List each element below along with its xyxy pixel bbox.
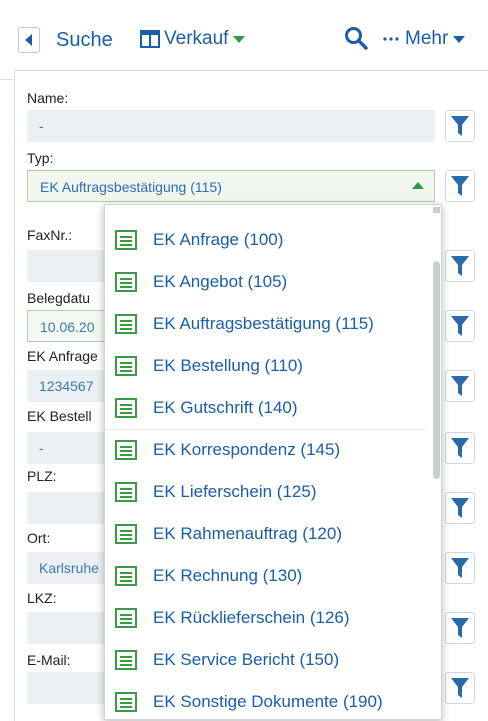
chevron-up-icon — [411, 182, 424, 189]
document-list-icon — [115, 272, 137, 292]
dropdown-item[interactable]: EK Anfrage (100) — [105, 219, 427, 261]
more-dots-icon — [383, 37, 399, 41]
dropdown-item[interactable]: EK Korrespondenz (145) — [105, 429, 427, 471]
table-view-icon — [140, 30, 160, 48]
document-list-icon — [115, 356, 137, 376]
typ-select[interactable]: EK Auftragsbestätigung (115) — [27, 170, 435, 202]
typ-toggle[interactable] — [401, 171, 434, 201]
dropdown-item[interactable]: EK Sonstige Dokumente (190) — [105, 681, 427, 719]
name-value: - — [39, 118, 44, 134]
dropdown-item[interactable]: EK Angebot (105) — [105, 261, 427, 303]
ek-anfrage-value: 1234567 — [39, 378, 94, 394]
search-icon — [345, 27, 368, 50]
filter-icon — [451, 678, 469, 698]
belegdatum-value: 10.06.20 — [40, 319, 95, 335]
filter-icon — [451, 438, 469, 458]
typ-filter-button[interactable] — [445, 170, 475, 202]
document-list-icon — [115, 482, 137, 502]
back-label[interactable]: Suche — [56, 29, 113, 52]
dropdown-item[interactable]: EK Auftragsbestätigung (115) — [105, 303, 427, 345]
document-list-icon — [115, 524, 137, 544]
dropdown-item-label: EK Service Bericht (150) — [153, 650, 340, 669]
ek-bestell-value: - — [39, 440, 44, 456]
scrollbar-thumb[interactable] — [433, 261, 440, 479]
caret-left-icon — [25, 34, 32, 46]
typ-value: EK Auftragsbestätigung (115) — [40, 179, 222, 195]
name-field[interactable]: - — [27, 110, 435, 142]
ek-anfrage-label: EK Anfrage — [27, 348, 98, 364]
filter-icon — [451, 498, 469, 518]
dropdown-item[interactable]: EK Rahmenauftrag (120) — [105, 513, 427, 555]
dropdown-item-label: EK Gutschrift (140) — [153, 398, 298, 417]
document-list-icon — [115, 692, 137, 712]
belegdatum-filter-button[interactable] — [445, 310, 475, 342]
lkz-label: LKZ: — [27, 590, 57, 606]
chevron-down-icon — [453, 36, 466, 43]
plz-label: PLZ: — [27, 468, 57, 484]
dropdown-item[interactable]: EK Lieferschein (125) — [105, 471, 427, 513]
scrollbar-top-cap — [433, 207, 440, 213]
dropdown-item[interactable]: EK Rücklieferschein (126) — [105, 597, 427, 639]
filter-icon — [451, 558, 469, 578]
document-list-icon — [115, 650, 137, 670]
dropdown-item[interactable]: EK Rechnung (130) — [105, 555, 427, 597]
dropdown-scrollbar[interactable] — [431, 205, 441, 719]
dropdown-item-label: EK Auftragsbestätigung (115) — [153, 314, 374, 333]
back-group: Suche — [18, 27, 113, 53]
dropdown-item-label: EK Korrespondenz (145) — [153, 440, 341, 459]
email-label: E-Mail: — [27, 652, 71, 668]
document-list-icon — [115, 398, 137, 418]
dropdown-item-label: EK Anfrage (100) — [153, 230, 284, 249]
document-list-icon — [115, 314, 137, 334]
filter-icon — [451, 618, 469, 638]
dropdown-item-label: EK Lieferschein (125) — [153, 482, 317, 501]
ort-value: Karlsruhe — [39, 560, 99, 576]
filter-icon — [451, 256, 469, 276]
view-selector[interactable]: Verkauf — [140, 28, 246, 50]
dropdown-item-label: EK Sonstige Dokumente (190) — [153, 692, 383, 711]
ek-bestell-label: EK Bestell — [27, 408, 92, 424]
email-filter-button[interactable] — [445, 672, 475, 704]
ek-bestell-filter-button[interactable] — [445, 432, 475, 464]
name-filter-button[interactable] — [445, 110, 475, 142]
dropdown-item-label: EK Rechnung (130) — [153, 566, 303, 585]
dropdown-item-label: EK Rücklieferschein (126) — [153, 608, 350, 627]
filter-icon — [451, 316, 469, 336]
document-list-icon — [115, 566, 137, 586]
more-menu[interactable]: Mehr — [383, 28, 466, 50]
filter-icon — [451, 176, 469, 196]
dropdown-item-label: EK Angebot (105) — [153, 272, 288, 291]
dropdown-item-label: EK Rahmenauftrag (120) — [153, 524, 342, 543]
plz-filter-button[interactable] — [445, 492, 475, 524]
chevron-down-icon — [233, 36, 246, 43]
ort-label: Ort: — [27, 530, 51, 546]
filter-icon — [451, 376, 469, 396]
dropdown-item[interactable]: EK Service Bericht (150) — [105, 639, 427, 681]
typ-label: Typ: — [27, 150, 54, 166]
lkz-filter-button[interactable] — [445, 612, 475, 644]
more-label: Mehr — [405, 28, 449, 49]
search-button[interactable] — [344, 26, 368, 55]
fax-filter-button[interactable] — [445, 250, 475, 282]
top-toolbar: Suche Verkauf Mehr — [0, 0, 488, 80]
document-list-icon — [115, 608, 137, 628]
back-button[interactable] — [18, 27, 40, 53]
fax-label: FaxNr.: — [27, 227, 73, 243]
ek-anfrage-filter-button[interactable] — [445, 370, 475, 402]
view-label: Verkauf — [164, 28, 229, 49]
document-list-icon — [115, 440, 137, 460]
ort-filter-button[interactable] — [445, 552, 475, 584]
name-label: Name: — [27, 90, 69, 106]
dropdown-item[interactable]: EK Gutschrift (140) — [105, 387, 427, 429]
belegdatum-label: Belegdatu — [27, 290, 91, 306]
dropdown-item[interactable]: EK Bestellung (110) — [105, 345, 427, 387]
document-list-icon — [115, 230, 137, 250]
filter-icon — [451, 116, 469, 136]
typ-dropdown-list: EK Anfrage (100) EK Angebot (105) EK Auf… — [104, 204, 442, 720]
dropdown-item-label: EK Bestellung (110) — [153, 356, 303, 375]
